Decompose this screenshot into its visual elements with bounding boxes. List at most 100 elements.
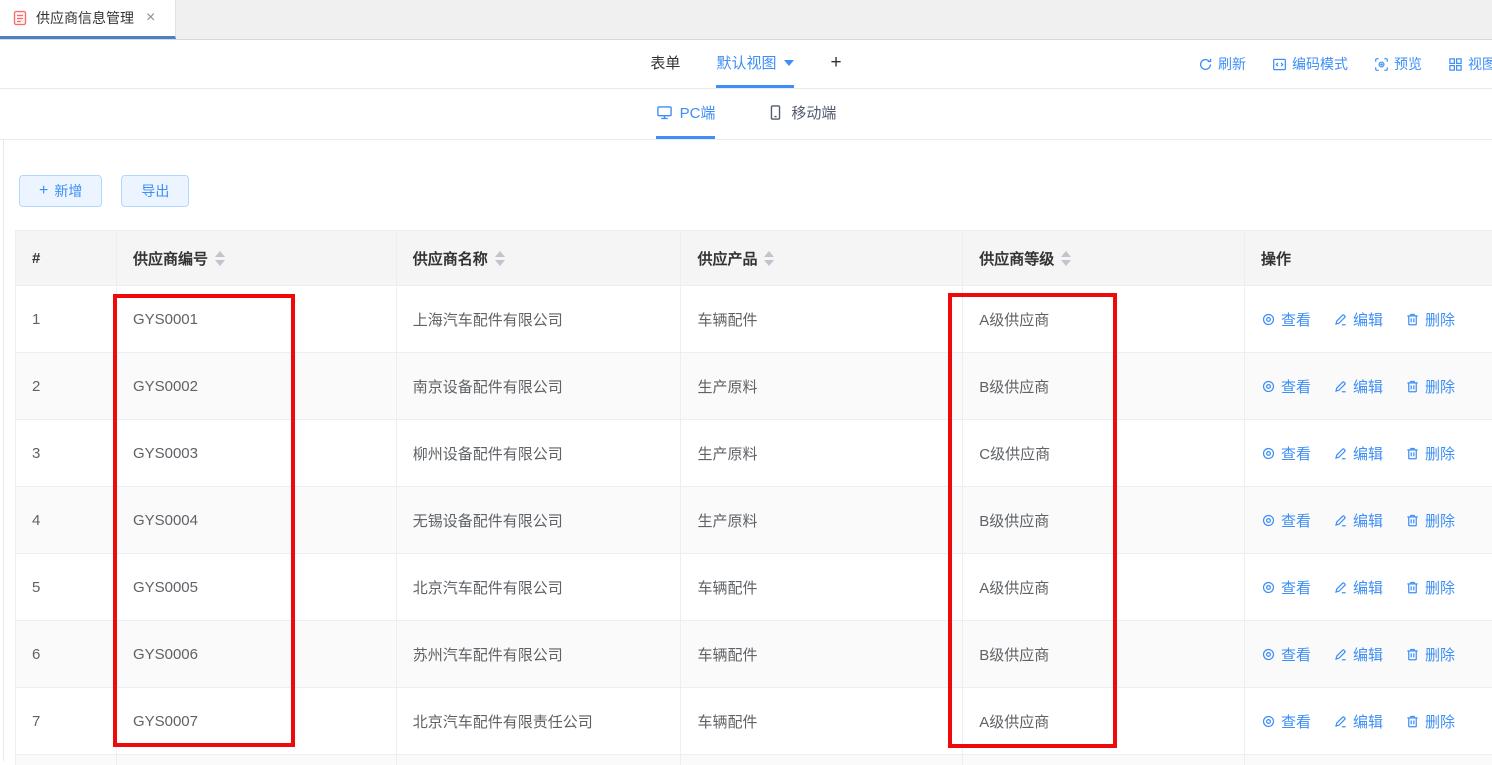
supplier-grade-cell: B级供应商 bbox=[963, 353, 1245, 420]
preview-button[interactable]: 预览 bbox=[1374, 54, 1422, 74]
view-link[interactable]: 查看 bbox=[1261, 309, 1311, 330]
delete-link[interactable]: 删除 bbox=[1405, 577, 1455, 598]
row-operations-cell: 查看 编辑 bbox=[1245, 286, 1492, 353]
trash-icon bbox=[1405, 580, 1420, 595]
eye-icon bbox=[1261, 446, 1276, 461]
tab-form[interactable]: 表单 bbox=[650, 40, 680, 88]
preview-icon bbox=[1374, 57, 1389, 72]
sort-icon[interactable] bbox=[215, 251, 225, 266]
delete-label: 删除 bbox=[1425, 711, 1455, 732]
edit-label: 编辑 bbox=[1353, 510, 1383, 531]
edit-link[interactable]: 编辑 bbox=[1333, 510, 1383, 531]
pencil-icon bbox=[1333, 580, 1348, 595]
sort-icon[interactable] bbox=[495, 251, 505, 266]
tab-mobile[interactable]: 移动端 bbox=[767, 89, 836, 139]
add-button[interactable]: + 新增 bbox=[19, 175, 102, 207]
edit-link[interactable]: 编辑 bbox=[1333, 309, 1383, 330]
delete-link[interactable]: 删除 bbox=[1405, 443, 1455, 464]
tab-mobile-label: 移动端 bbox=[791, 102, 836, 123]
window-tab-bar: 供应商信息管理 × bbox=[0, 0, 1492, 40]
row-operations-cell: 查看 编辑 bbox=[1245, 420, 1492, 487]
plus-icon: + bbox=[39, 183, 48, 199]
view-link[interactable]: 查看 bbox=[1261, 577, 1311, 598]
code-mode-button[interactable]: 编码模式 bbox=[1272, 54, 1348, 74]
pencil-icon bbox=[1333, 379, 1348, 394]
view-label: 查看 bbox=[1281, 644, 1311, 665]
view-link[interactable]: 查看 bbox=[1261, 376, 1311, 397]
delete-link[interactable]: 删除 bbox=[1405, 376, 1455, 397]
add-button-label: 新增 bbox=[54, 181, 82, 201]
row-index-cell: 6 bbox=[16, 621, 117, 688]
header-supply-product[interactable]: 供应产品 bbox=[681, 231, 963, 286]
export-button[interactable]: 导出 bbox=[121, 175, 189, 207]
tab-pc[interactable]: PC端 bbox=[656, 89, 716, 139]
add-view-tab-button[interactable]: + bbox=[830, 40, 841, 88]
supplier-name-cell: 上海汽车配件有限公司 bbox=[397, 286, 682, 353]
edit-label: 编辑 bbox=[1353, 644, 1383, 665]
supplier-code-cell bbox=[117, 755, 397, 765]
supplier-grade-cell: C级供应商 bbox=[963, 420, 1245, 487]
header-supplier-name[interactable]: 供应商名称 bbox=[397, 231, 682, 286]
code-mode-icon bbox=[1272, 57, 1287, 72]
delete-link[interactable]: 删除 bbox=[1405, 711, 1455, 732]
header-supplier-grade[interactable]: 供应商等级 bbox=[963, 231, 1245, 286]
row-index-cell: 3 bbox=[16, 420, 117, 487]
edit-link[interactable]: 编辑 bbox=[1333, 443, 1383, 464]
tab-default-view[interactable]: 默认视图 bbox=[716, 40, 794, 88]
sort-icon[interactable] bbox=[1061, 251, 1071, 266]
close-icon[interactable]: × bbox=[146, 10, 155, 26]
tab-form-label: 表单 bbox=[650, 52, 680, 73]
supply-product-cell: 生产原料 bbox=[681, 487, 963, 554]
supplier-code-cell: GYS0005 bbox=[117, 554, 397, 621]
table-row: 5 GYS0005 北京汽车配件有限公司 车辆配件 A级供应商 查看 bbox=[16, 554, 1492, 621]
table-row: 6 GYS0006 苏州汽车配件有限公司 车辆配件 B级供应商 查看 bbox=[16, 621, 1492, 688]
table-body: 1 GYS0001 上海汽车配件有限公司 车辆配件 A级供应商 查看 bbox=[16, 286, 1492, 765]
supplier-grade-cell: A级供应商 bbox=[963, 286, 1245, 353]
document-icon bbox=[12, 10, 28, 26]
sort-icon[interactable] bbox=[764, 251, 774, 266]
chevron-down-icon[interactable] bbox=[784, 60, 794, 66]
supplier-code-cell: GYS0006 bbox=[117, 621, 397, 688]
edit-link[interactable]: 编辑 bbox=[1333, 577, 1383, 598]
supplier-code-cell: GYS0004 bbox=[117, 487, 397, 554]
supplier-name-cell: 柳州设备配件有限公司 bbox=[397, 420, 682, 487]
edit-link[interactable]: 编辑 bbox=[1333, 644, 1383, 665]
supplier-grade-cell: A级供应商 bbox=[963, 688, 1245, 755]
eye-icon bbox=[1261, 513, 1276, 528]
header-supplier-code[interactable]: 供应商编号 bbox=[117, 231, 397, 286]
view-label: 查看 bbox=[1281, 376, 1311, 397]
refresh-button[interactable]: 刷新 bbox=[1198, 54, 1246, 74]
refresh-label: 刷新 bbox=[1218, 54, 1246, 74]
view-link[interactable]: 查看 bbox=[1261, 644, 1311, 665]
row-index-cell: 4 bbox=[16, 487, 117, 554]
mobile-phone-icon bbox=[767, 104, 784, 121]
table-row: 1 GYS0001 上海汽车配件有限公司 车辆配件 A级供应商 查看 bbox=[16, 286, 1492, 353]
eye-icon bbox=[1261, 714, 1276, 729]
edit-link[interactable]: 编辑 bbox=[1333, 376, 1383, 397]
edit-link[interactable]: 编辑 bbox=[1333, 711, 1383, 732]
table-header-row: # 供应商编号 供应商名称 供应产品 供应商等级 操作 bbox=[16, 231, 1492, 286]
delete-link[interactable]: 删除 bbox=[1405, 309, 1455, 330]
table-row: 3 GYS0003 柳州设备配件有限公司 生产原料 C级供应商 查看 bbox=[16, 420, 1492, 487]
row-index-cell: 7 bbox=[16, 688, 117, 755]
trash-icon bbox=[1405, 312, 1420, 327]
trash-icon bbox=[1405, 647, 1420, 662]
view-link[interactable]: 查看 bbox=[1261, 711, 1311, 732]
refresh-icon bbox=[1198, 57, 1213, 72]
view-link[interactable]: 查看 bbox=[1261, 443, 1311, 464]
trash-icon bbox=[1405, 714, 1420, 729]
delete-link[interactable]: 删除 bbox=[1405, 644, 1455, 665]
view-link[interactable]: 查看 bbox=[1261, 510, 1311, 531]
delete-link[interactable]: 删除 bbox=[1405, 510, 1455, 531]
view-label: 查看 bbox=[1281, 711, 1311, 732]
views-button[interactable]: 视图 bbox=[1448, 54, 1492, 74]
supplier-grade-cell bbox=[963, 755, 1245, 765]
tab-pc-label: PC端 bbox=[680, 102, 716, 123]
supplier-name-cell: 北京汽车配件有限责任公司 bbox=[397, 688, 682, 755]
delete-label: 删除 bbox=[1425, 443, 1455, 464]
table-row bbox=[16, 755, 1492, 765]
export-button-label: 导出 bbox=[141, 181, 169, 201]
edit-label: 编辑 bbox=[1353, 443, 1383, 464]
page-tab-supplier-management[interactable]: 供应商信息管理 × bbox=[0, 0, 176, 39]
row-operations-cell: 查看 编辑 bbox=[1245, 688, 1492, 755]
